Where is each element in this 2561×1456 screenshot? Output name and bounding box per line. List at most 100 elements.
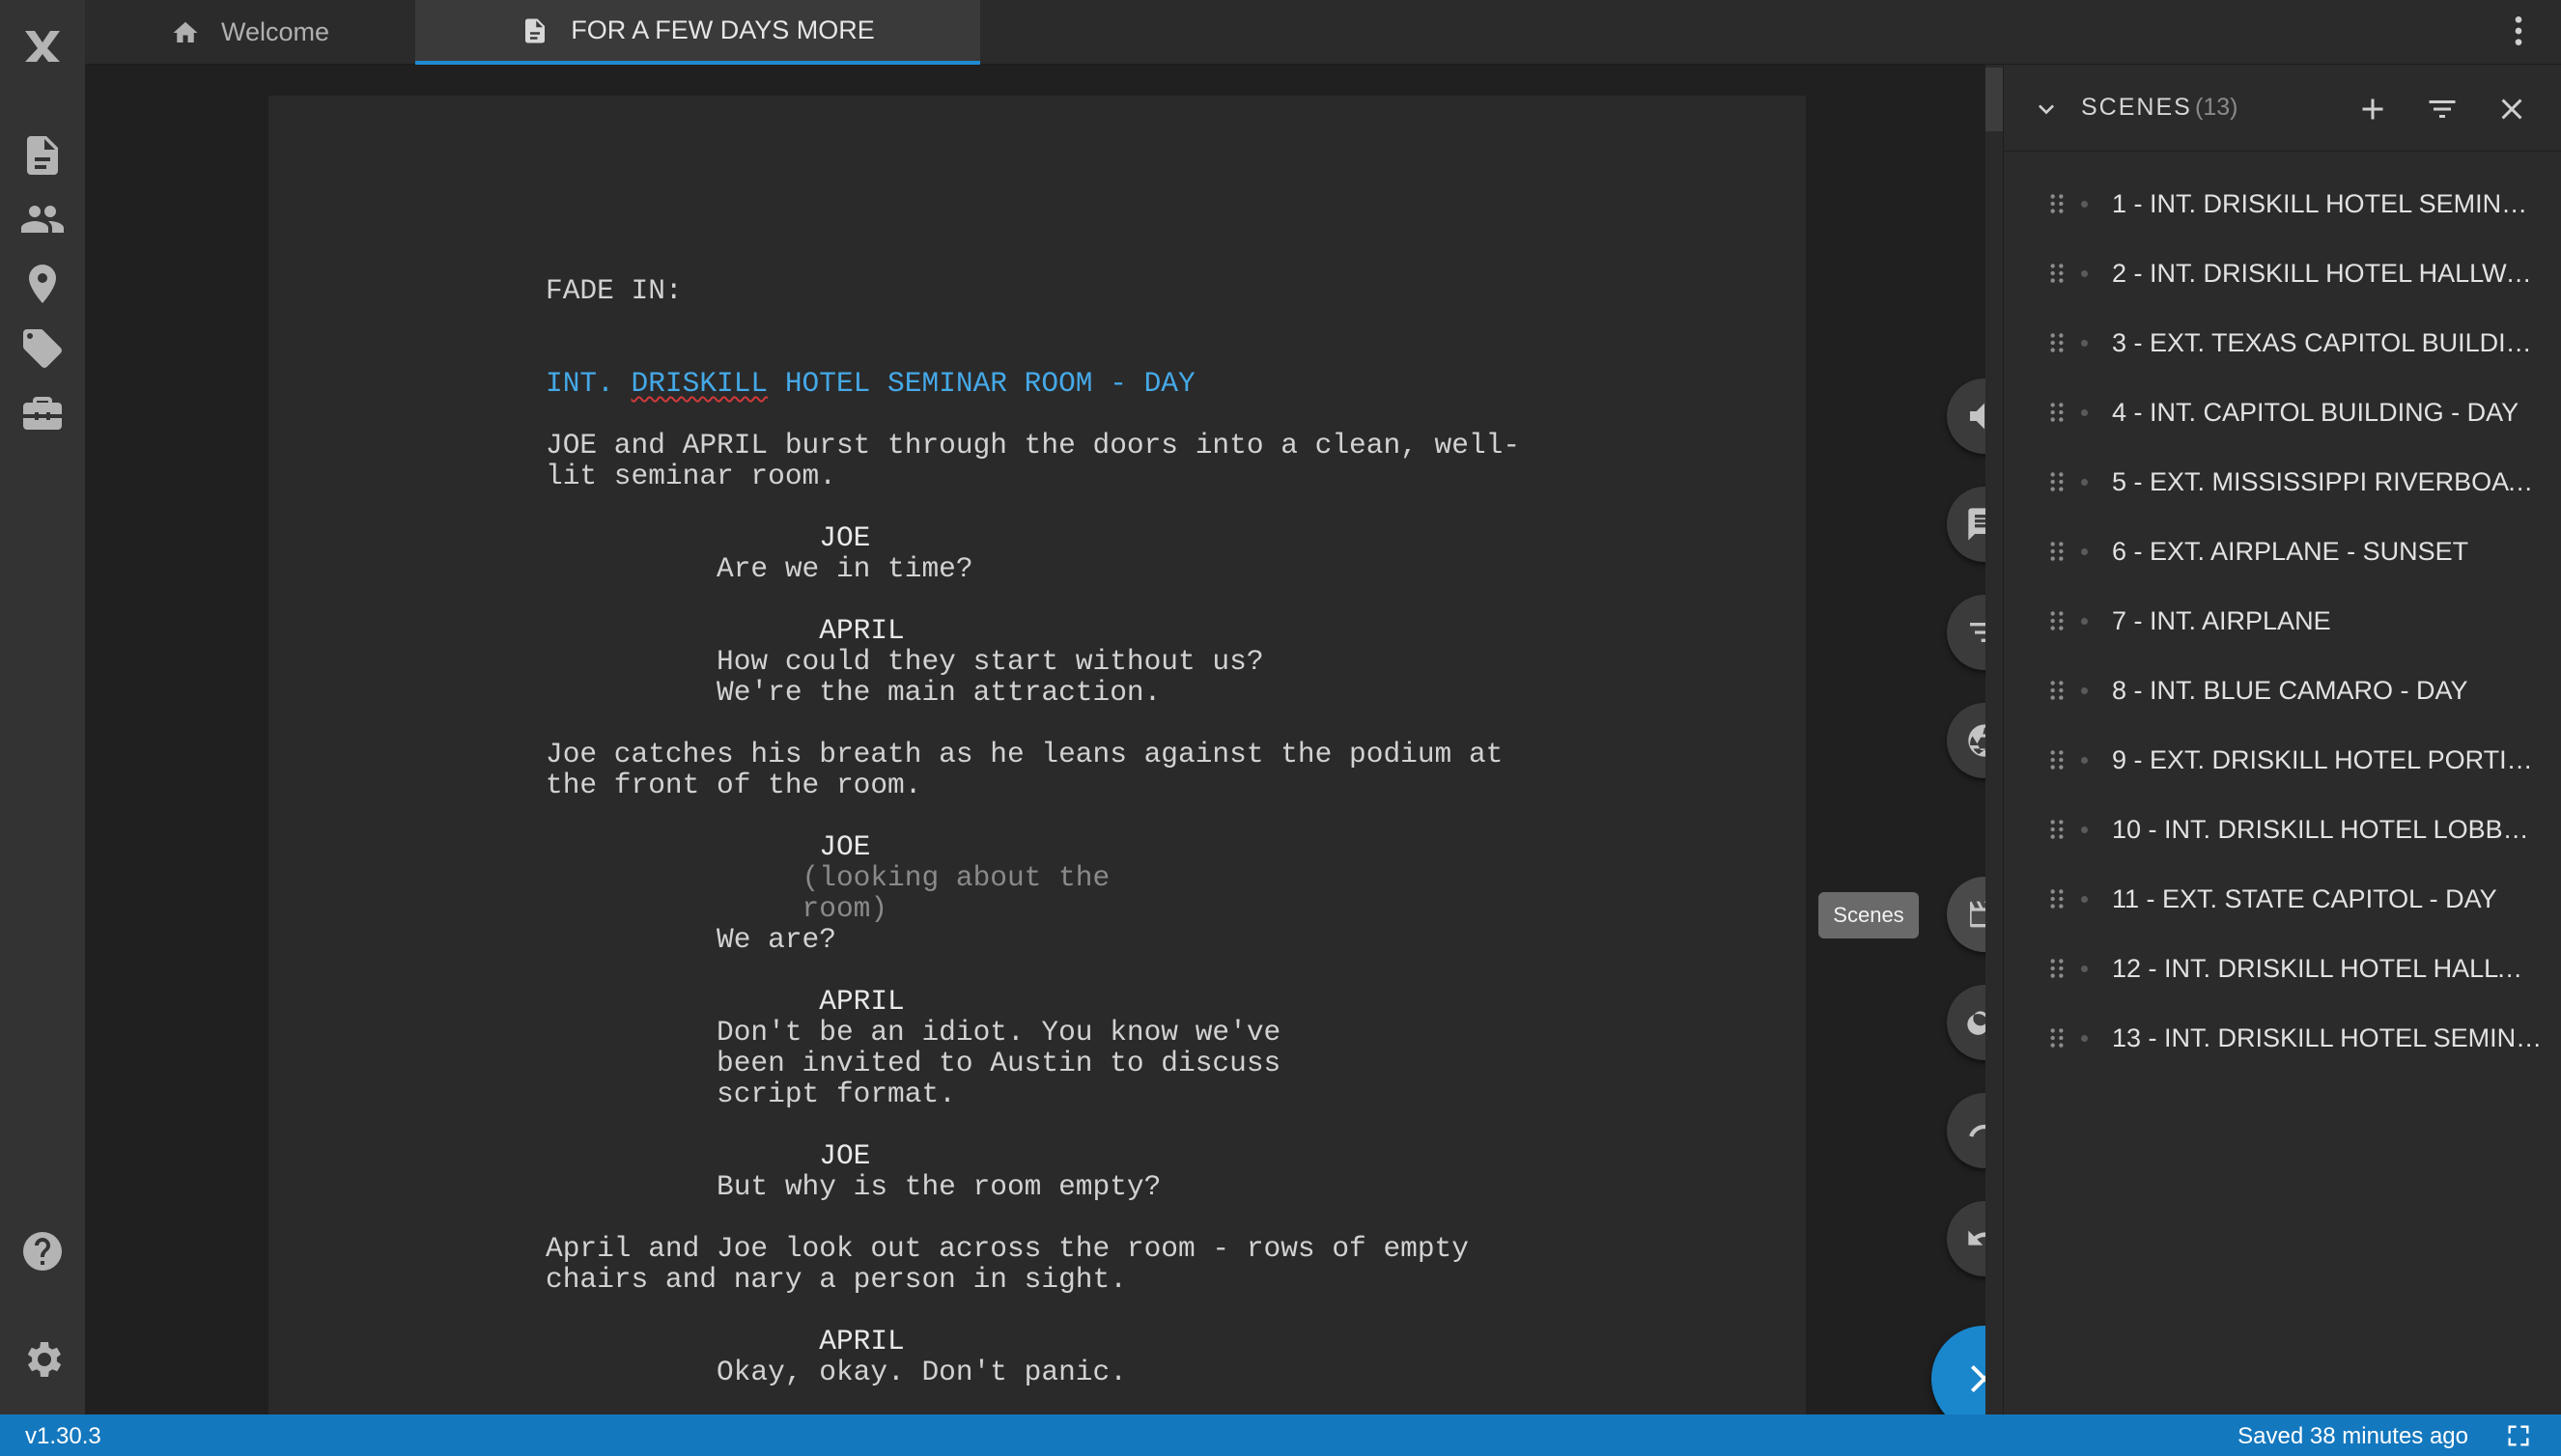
script-line-action[interactable]: the front of the room. [546, 770, 1520, 800]
script-line-blank[interactable] [546, 955, 1520, 986]
script-line-blank[interactable] [546, 584, 1520, 615]
drag-handle-icon[interactable] [2044, 817, 2069, 842]
scene-label: 1 - INT. DRISKILL HOTEL SEMINAR ROOM - D… [2112, 188, 2543, 218]
drag-handle-icon[interactable] [2044, 330, 2069, 355]
drag-handle-icon[interactable] [2044, 608, 2069, 633]
drag-handle-icon[interactable] [2044, 400, 2069, 425]
script-line-transition[interactable]: FADE IN: [546, 275, 1520, 306]
script-line-blank[interactable] [546, 337, 1520, 368]
script-line-character[interactable]: APRIL [546, 1326, 1520, 1357]
script-line-heading[interactable]: INT. DRISKILL HOTEL SEMINAR ROOM - DAY [546, 368, 1520, 399]
close-fab-menu-button[interactable] [1931, 1326, 1985, 1414]
script-line-dialogue[interactable]: Okay, okay. Don't panic. [546, 1357, 1520, 1387]
comment-icon [1968, 508, 1985, 541]
scene-list-item[interactable]: 2 - INT. DRISKILL HOTEL HALLWAY - DAY [2004, 238, 2561, 308]
spellcheck-word[interactable]: DRISKILL [632, 367, 769, 400]
script-line-blank[interactable] [546, 1109, 1520, 1140]
script-line-dialogue[interactable]: But why is the room empty? [546, 1171, 1520, 1202]
script-line-dialogue[interactable]: Don't be an idiot. You know we've [546, 1017, 1520, 1048]
script-line-dialogue[interactable]: We are? [546, 924, 1520, 955]
drag-handle-icon[interactable] [2044, 678, 2069, 703]
scene-list-item[interactable]: 10 - INT. DRISKILL HOTEL LOBBY - DAY [2004, 795, 2561, 864]
script-line-blank[interactable] [546, 491, 1520, 522]
script-line-action[interactable]: chairs and nary a person in sight. [546, 1264, 1520, 1295]
help-icon[interactable] [0, 1209, 85, 1294]
script-line-character[interactable]: JOE [546, 522, 1520, 553]
chevron-down-icon[interactable] [2031, 94, 2062, 125]
drag-handle-icon[interactable] [2044, 469, 2069, 494]
drag-handle-icon[interactable] [2044, 261, 2069, 286]
script-line-dialogue[interactable]: script format. [546, 1078, 1520, 1109]
scene-list-item[interactable]: 12 - INT. DRISKILL HOTEL HALLWAY - DAY [2004, 934, 2561, 1003]
script-line-action[interactable]: Joe catches his breath as he leans again… [546, 739, 1520, 770]
drag-handle-icon[interactable] [2044, 539, 2069, 564]
scene-list-item[interactable]: 11 - EXT. STATE CAPITOL - DAY [2004, 864, 2561, 934]
drag-handle-icon[interactable] [2044, 886, 2069, 911]
script-line-action[interactable]: JOE and APRIL burst through the doors in… [546, 430, 1520, 461]
more-menu-button[interactable] [2476, 0, 2561, 62]
settings-icon[interactable] [0, 1317, 85, 1402]
editor-scrollbar[interactable] [1985, 65, 2003, 1414]
comments-button[interactable] [1947, 487, 1985, 562]
screenplay-text[interactable]: FADE IN: INT. DRISKILL HOTEL SEMINAR ROOM… [546, 275, 1520, 1387]
scene-list-item[interactable]: 13 - INT. DRISKILL HOTEL SEMINAR ROOM - … [2004, 1003, 2561, 1073]
filter-scenes-button[interactable] [2422, 89, 2462, 129]
drag-handle-icon[interactable] [2044, 1025, 2069, 1050]
scene-count: (13) [2195, 94, 2238, 121]
script-line-dialogue[interactable]: Are we in time? [546, 553, 1520, 584]
script-line-blank[interactable] [546, 800, 1520, 831]
panel-title: SCENES [2081, 94, 2192, 121]
search-button[interactable] [1947, 985, 1985, 1060]
script-line-dialogue[interactable]: been invited to Austin to discuss [546, 1048, 1520, 1078]
script-line-character[interactable]: APRIL [546, 615, 1520, 646]
script-line-action[interactable]: lit seminar room. [546, 461, 1520, 491]
script-page[interactable]: FADE IN: INT. DRISKILL HOTEL SEMINAR ROOM… [268, 96, 1806, 1414]
tab-for-a-few-days-more[interactable]: FOR A FEW DAYS MORE [415, 0, 980, 65]
scenes-button[interactable] [1947, 877, 1985, 952]
script-line-blank[interactable] [546, 708, 1520, 739]
redo-button[interactable] [1947, 1093, 1985, 1168]
close-panel-button[interactable] [2491, 89, 2532, 129]
tab-welcome[interactable]: Welcome [85, 0, 415, 65]
script-line-action[interactable]: April and Joe look out across the room -… [546, 1233, 1520, 1264]
script-line-blank[interactable] [546, 1295, 1520, 1326]
add-scene-button[interactable] [2352, 89, 2393, 129]
script-line-parenthetical[interactable]: (looking about the [546, 862, 1520, 893]
script-line-parenthetical[interactable]: room) [546, 893, 1520, 924]
filter-button[interactable] [1947, 595, 1985, 670]
script-line-character[interactable]: JOE [546, 831, 1520, 862]
scene-list-item[interactable]: 7 - INT. AIRPLANE [2004, 586, 2561, 656]
drag-handle-icon[interactable] [2044, 956, 2069, 981]
scene-label: 13 - INT. DRISKILL HOTEL SEMINAR ROOM - … [2112, 1022, 2543, 1052]
script-line-character[interactable]: APRIL [546, 986, 1520, 1017]
script-line-dialogue[interactable]: We're the main attraction. [546, 677, 1520, 708]
scene-list-item[interactable]: 5 - EXT. MISSISSIPPI RIVERBOAT - DAY [2004, 447, 2561, 517]
drag-handle-icon[interactable] [2044, 747, 2069, 772]
fullscreen-icon[interactable] [2505, 1422, 2532, 1449]
scene-list-item[interactable]: 1 - INT. DRISKILL HOTEL SEMINAR ROOM - D… [2004, 169, 2561, 238]
script-line-character[interactable]: JOE [546, 1140, 1520, 1171]
logo-icon[interactable] [0, 4, 85, 89]
text-to-speech-button[interactable] [1947, 378, 1985, 454]
scene-list-item[interactable]: 3 - EXT. TEXAS CAPITOL BUILDING - DAY [2004, 308, 2561, 378]
scene-list-item[interactable]: 9 - EXT. DRISKILL HOTEL PORTICO - DAY [2004, 725, 2561, 795]
scene-list-item[interactable]: 6 - EXT. AIRPLANE - SUNSET [2004, 517, 2561, 586]
scene-list-item[interactable]: 8 - INT. BLUE CAMARO - DAY [2004, 656, 2561, 725]
scene-label: 4 - INT. CAPITOL BUILDING - DAY [2112, 397, 2519, 427]
scene-dot [2081, 966, 2088, 972]
scrollbar-thumb[interactable] [1985, 68, 2003, 131]
drag-handle-icon[interactable] [2044, 191, 2069, 216]
undo-button[interactable] [1947, 1201, 1985, 1276]
activity-bar [0, 0, 85, 1414]
script-line-blank[interactable] [546, 399, 1520, 430]
focus-button[interactable] [1947, 703, 1985, 778]
script-line-dialogue[interactable]: How could they start without us? [546, 646, 1520, 677]
scene-list: 1 - INT. DRISKILL HOTEL SEMINAR ROOM - D… [2004, 169, 2561, 1073]
toolbox-icon[interactable] [0, 370, 85, 455]
editor-area: FADE IN: INT. DRISKILL HOTEL SEMINAR ROOM… [85, 65, 1985, 1414]
script-line-blank[interactable] [546, 306, 1520, 337]
scene-dot [2081, 757, 2088, 764]
close-icon [2501, 98, 2522, 120]
scene-list-item[interactable]: 4 - INT. CAPITOL BUILDING - DAY [2004, 378, 2561, 447]
script-line-blank[interactable] [546, 1202, 1520, 1233]
